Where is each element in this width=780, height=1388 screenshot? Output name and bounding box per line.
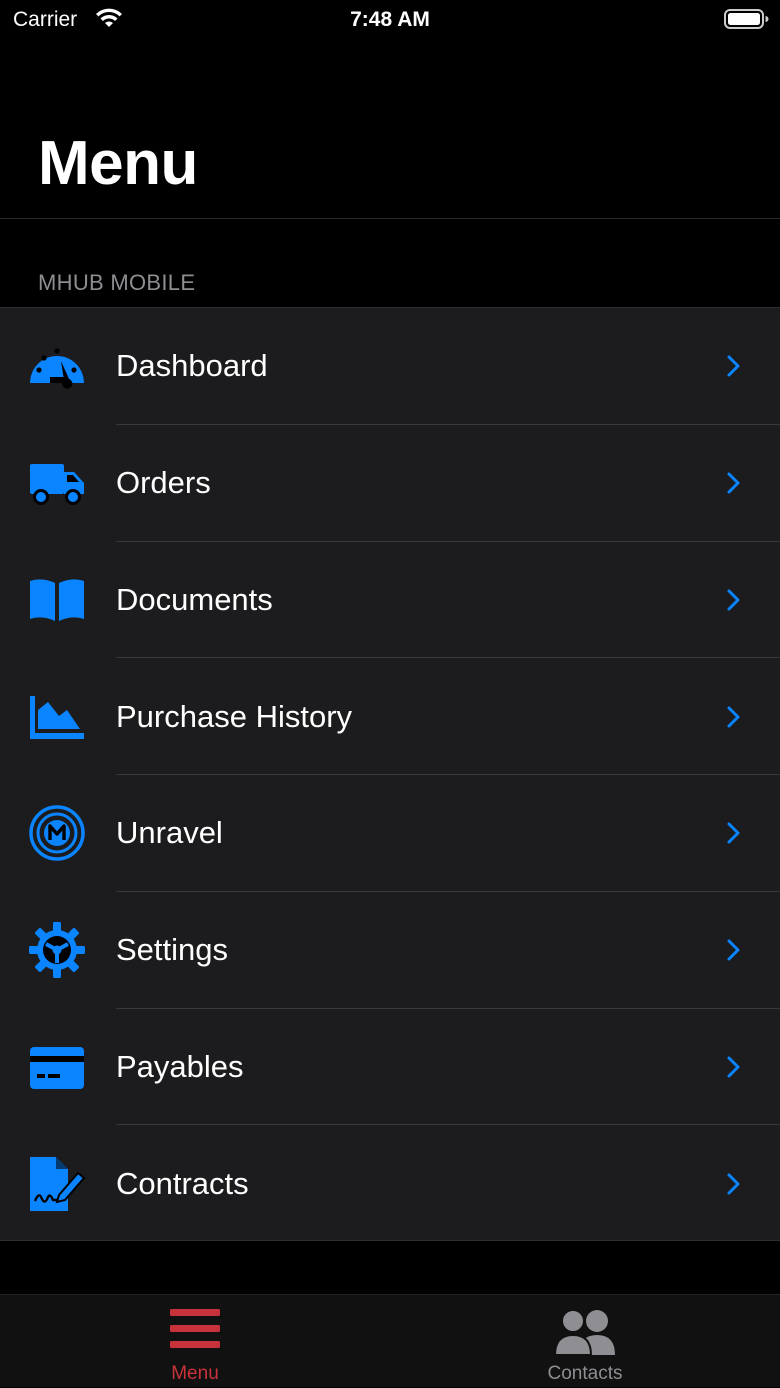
hamburger-icon — [170, 1309, 220, 1348]
menu-item-documents[interactable]: Documents — [0, 542, 780, 659]
menu-item-label: Dashboard — [116, 348, 268, 384]
menu-item-label: Contracts — [116, 1165, 249, 1201]
menu-item-orders[interactable]: Orders — [0, 425, 780, 542]
menu-item-settings[interactable]: Settings — [0, 892, 780, 1009]
menu-list: Dashboard Orders Documents Purchase Hist… — [0, 307, 780, 1241]
tab-menu[interactable]: Menu — [0, 1295, 390, 1388]
m-circle-icon — [28, 804, 86, 862]
menu-item-label: Settings — [116, 932, 229, 968]
open-book-icon — [28, 571, 86, 629]
dashboard-gauge-icon — [28, 337, 86, 395]
status-bar: Carrier 7:48 AM — [0, 0, 780, 40]
chevron-right-icon — [727, 355, 740, 377]
menu-item-payables[interactable]: Payables — [0, 1009, 780, 1126]
chevron-right-icon — [727, 822, 740, 844]
title-divider — [0, 218, 780, 219]
menu-item-contracts[interactable]: Contracts — [0, 1125, 780, 1242]
chevron-right-icon — [727, 706, 740, 728]
menu-item-label: Purchase History — [116, 698, 353, 734]
menu-item-label: Orders — [116, 465, 211, 501]
battery-icon — [724, 9, 769, 29]
menu-item-label: Unravel — [116, 815, 223, 851]
menu-item-label: Payables — [116, 1048, 244, 1084]
tab-contacts[interactable]: Contacts — [390, 1295, 780, 1388]
menu-item-unravel[interactable]: Unravel — [0, 775, 780, 892]
menu-item-label: Documents — [116, 581, 273, 617]
truck-icon — [28, 454, 86, 512]
area-chart-icon — [28, 688, 86, 746]
tab-label: Menu — [171, 1363, 219, 1384]
chevron-right-icon — [727, 939, 740, 961]
section-header: MHUB MOBILE — [38, 270, 196, 295]
clock: 7:48 AM — [350, 8, 430, 31]
signature-document-icon — [28, 1155, 86, 1213]
gear-icon — [28, 921, 86, 979]
chevron-right-icon — [727, 472, 740, 494]
chevron-right-icon — [727, 1173, 740, 1195]
page-title: Menu — [38, 129, 198, 198]
menu-item-purchase-history[interactable]: Purchase History — [0, 658, 780, 775]
credit-card-icon — [28, 1038, 86, 1096]
chevron-right-icon — [727, 1056, 740, 1078]
chevron-right-icon — [727, 589, 740, 611]
menu-item-dashboard[interactable]: Dashboard — [0, 308, 780, 425]
tab-label: Contacts — [547, 1363, 623, 1384]
tab-bar: Menu Contacts — [0, 1294, 780, 1387]
contacts-people-icon — [553, 1309, 615, 1356]
